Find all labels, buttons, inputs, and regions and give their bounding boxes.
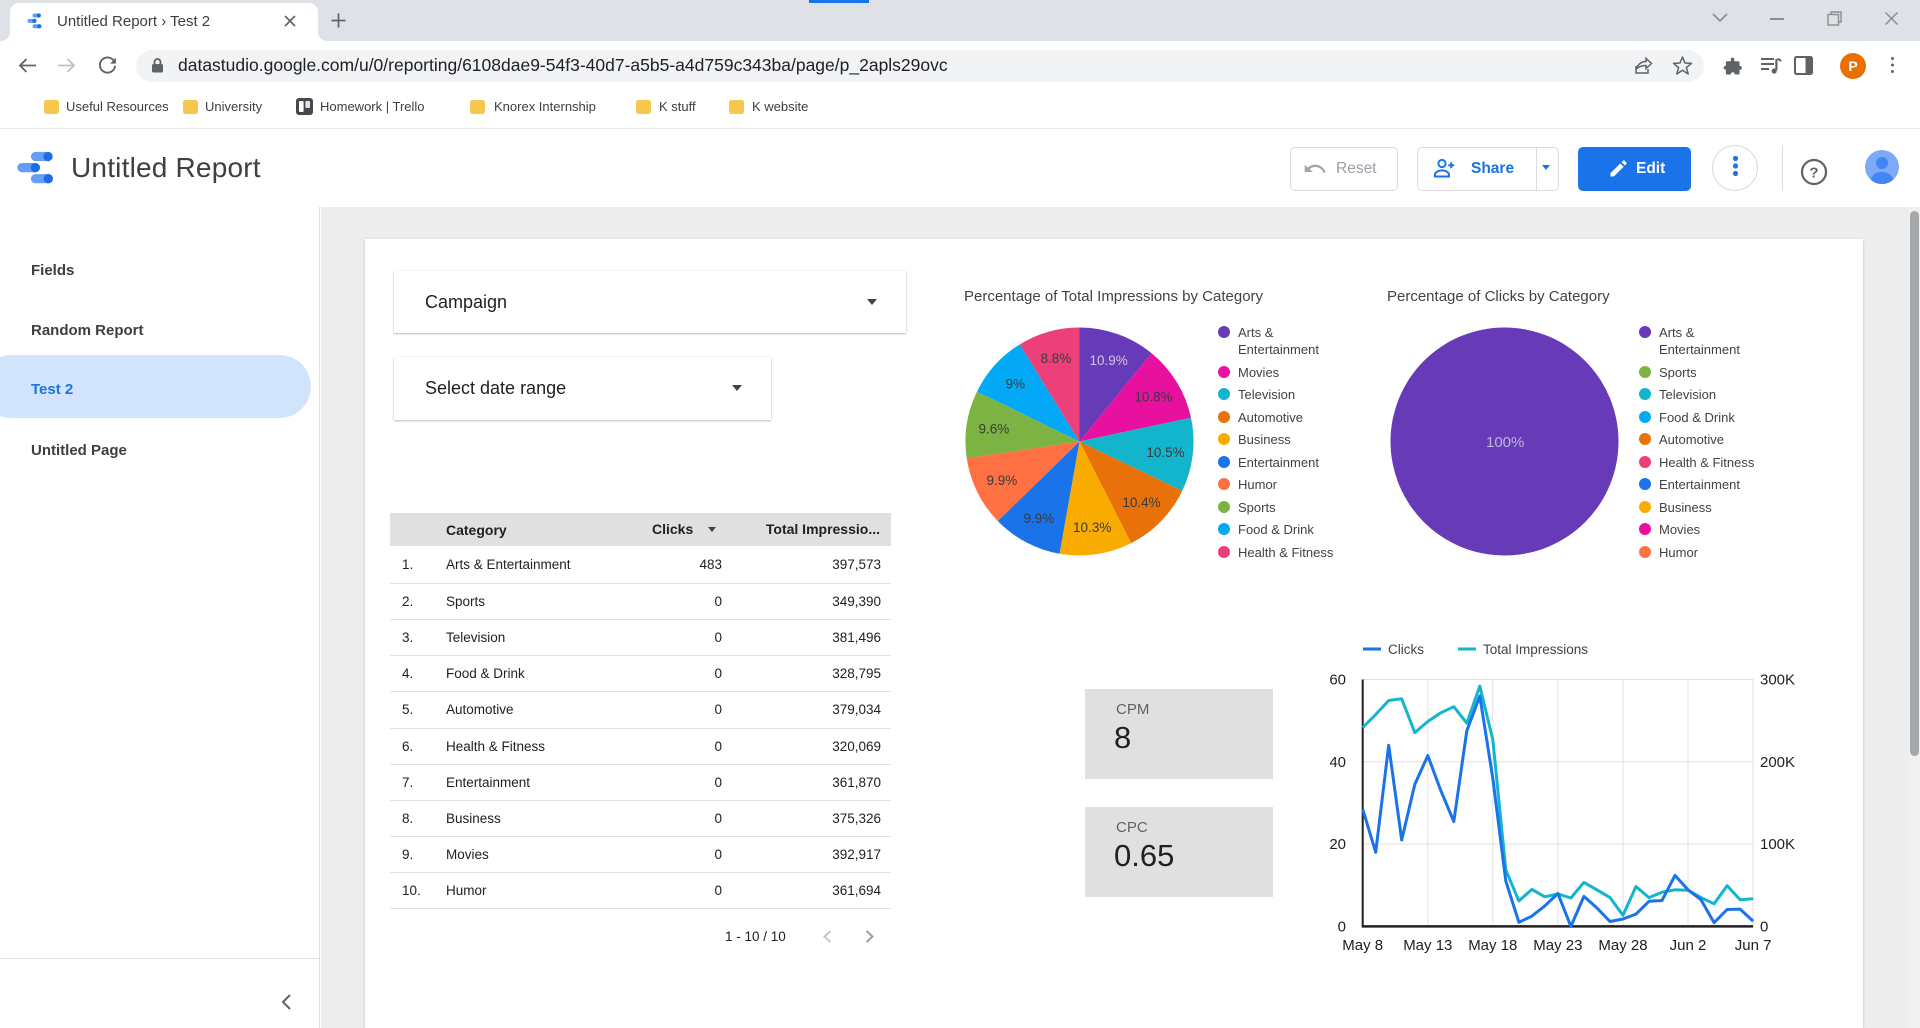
svg-text:10.4%: 10.4% (1122, 495, 1160, 510)
svg-text:May 8: May 8 (1342, 937, 1383, 954)
svg-text:Jun 7: Jun 7 (1735, 937, 1772, 954)
svg-text:May 13: May 13 (1403, 937, 1452, 954)
svg-text:9.6%: 9.6% (979, 421, 1010, 436)
svg-text:200K: 200K (1760, 754, 1795, 771)
svg-text:300K: 300K (1760, 672, 1795, 689)
svg-text:20: 20 (1330, 836, 1346, 853)
svg-text:10.5%: 10.5% (1146, 445, 1184, 460)
svg-text:?: ? (1809, 165, 1818, 182)
svg-text:0: 0 (1338, 918, 1346, 935)
svg-text:May 18: May 18 (1468, 937, 1517, 954)
svg-text:60: 60 (1330, 672, 1346, 689)
svg-text:10.3%: 10.3% (1073, 520, 1111, 535)
svg-text:100K: 100K (1760, 836, 1795, 853)
svg-text:0: 0 (1760, 918, 1768, 935)
svg-text:10.8%: 10.8% (1134, 389, 1172, 404)
svg-text:Jun 2: Jun 2 (1670, 937, 1707, 954)
svg-text:9.9%: 9.9% (987, 473, 1018, 488)
svg-text:10.9%: 10.9% (1089, 353, 1127, 368)
svg-text:9.9%: 9.9% (1024, 511, 1055, 526)
svg-text:8.8%: 8.8% (1041, 351, 1072, 366)
svg-text:9%: 9% (1006, 376, 1026, 391)
svg-text:Total Impressions: Total Impressions (1483, 642, 1588, 657)
svg-text:40: 40 (1330, 754, 1346, 771)
svg-text:May 28: May 28 (1598, 937, 1647, 954)
svg-text:May 23: May 23 (1533, 937, 1582, 954)
svg-text:Clicks: Clicks (1388, 642, 1424, 657)
